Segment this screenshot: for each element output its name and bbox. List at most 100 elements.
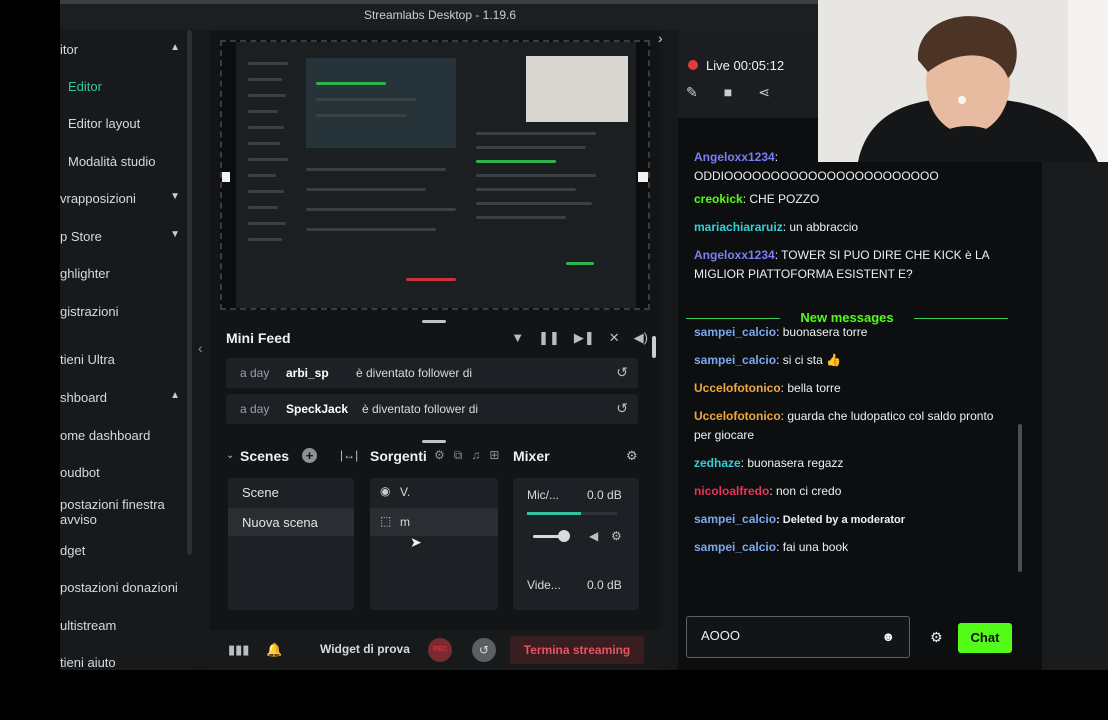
- sidebar-item-label: Editor layout: [68, 116, 141, 131]
- sidebar-item[interactable]: Editor layout: [68, 116, 190, 131]
- chat-username[interactable]: Uccelofotonico: [694, 409, 781, 423]
- replay-buffer-icon[interactable]: ↺: [472, 638, 496, 662]
- sidebar-item[interactable]: oudbot: [60, 465, 190, 480]
- scene-item[interactable]: Scene: [228, 478, 354, 506]
- panel-resize-grip[interactable]: [422, 320, 446, 323]
- volume-icon[interactable]: ◀): [634, 330, 648, 346]
- live-label: Live: [706, 58, 730, 73]
- camera-icon[interactable]: ■: [724, 84, 732, 101]
- sidebar-item[interactable]: dget: [60, 543, 190, 558]
- chat-message: sampei_calcio: si ci sta 👍: [694, 351, 1012, 370]
- emoji-icon[interactable]: ☻: [881, 629, 895, 644]
- chat-username[interactable]: zedhaze: [694, 456, 741, 470]
- mixer-settings-icon[interactable]: ⚙: [626, 448, 638, 464]
- sidebar-item-label: itor: [60, 42, 79, 57]
- sidebar-item[interactable]: itor ▲: [60, 42, 190, 57]
- chat-username[interactable]: Angeloxx1234: [694, 248, 775, 262]
- chat-username[interactable]: Uccelofotonico: [694, 381, 781, 395]
- sidebar-item[interactable]: ome dashboard: [60, 428, 190, 443]
- chevron-down-icon[interactable]: ▼: [170, 191, 180, 202]
- mute-icon[interactable]: ◀: [589, 529, 598, 543]
- sidebar-item[interactable]: vrapposizioni ▼: [60, 191, 190, 206]
- scene-item-selected[interactable]: Nuova scena: [228, 508, 354, 536]
- source-audio-icon[interactable]: ♫: [471, 448, 480, 463]
- chat-username[interactable]: sampei_calcio: [694, 512, 776, 526]
- feed-user[interactable]: arbi_sp: [286, 366, 329, 380]
- panel-resize-grip[interactable]: [422, 440, 446, 443]
- sidebar-item[interactable]: postazioni finestra avviso: [60, 497, 190, 527]
- pause-icon[interactable]: ❚❚: [538, 330, 560, 346]
- sidebar-scrollbar[interactable]: [187, 30, 192, 555]
- scene-transition-icon[interactable]: |↔|: [340, 448, 358, 462]
- share-icon[interactable]: ⋖: [758, 84, 770, 101]
- notifications-icon[interactable]: 🔔: [266, 642, 282, 658]
- chat-username[interactable]: creokick: [694, 192, 743, 206]
- stats-icon[interactable]: ▮▮▮: [228, 642, 249, 658]
- chat-message: sampei_calcio: buonasera torre: [694, 323, 1012, 342]
- add-source-icon[interactable]: ⊞: [489, 448, 499, 463]
- sidebar-item[interactable]: p Store ▼: [60, 229, 190, 244]
- volume-slider-knob[interactable]: [558, 530, 570, 542]
- chat-settings-icon[interactable]: ⚙: [930, 629, 943, 646]
- edit-stream-info-icon[interactable]: ✎: [686, 84, 698, 101]
- sidebar-item-label: dget: [60, 543, 86, 558]
- chevron-down-icon[interactable]: ▼: [170, 229, 180, 240]
- sidebar-item[interactable]: ultistream: [60, 618, 190, 633]
- mixer-channel-label: Vide...: [527, 578, 561, 592]
- chat-username[interactable]: sampei_calcio: [694, 325, 776, 339]
- chat-input[interactable]: [701, 628, 871, 643]
- sources-title: Sorgenti: [370, 448, 427, 464]
- mute-alerts-icon[interactable]: ✕: [609, 330, 620, 346]
- stream-preview[interactable]: [220, 40, 650, 310]
- chat-send-button[interactable]: Chat: [958, 623, 1012, 653]
- chat-username[interactable]: Angeloxx1234: [694, 150, 775, 164]
- chat-text: : si ci sta 👍: [776, 353, 842, 367]
- editor-main: Mini Feed ▼ ❚❚ ▶❚ ✕ ◀) a day arbi_sp è d…: [210, 30, 660, 670]
- scenes-collapse-icon[interactable]: ⌄: [226, 450, 234, 461]
- sidebar-item[interactable]: shboard ▲: [60, 390, 190, 405]
- preview-resize-handle[interactable]: [638, 172, 648, 182]
- chat-username[interactable]: sampei_calcio: [694, 353, 776, 367]
- mixer-channel-label: Mic/...: [527, 488, 559, 502]
- source-settings-icon[interactable]: ⚙: [434, 448, 445, 463]
- source-item[interactable]: ◉ V.: [370, 478, 498, 506]
- sidebar-item-label: postazioni donazioni: [60, 580, 178, 595]
- repeat-alert-icon[interactable]: ↺: [616, 400, 628, 417]
- skip-icon[interactable]: ▶❚: [574, 330, 595, 346]
- chat-username[interactable]: mariachiararuiz: [694, 220, 783, 234]
- source-group-icon[interactable]: ⧉: [454, 448, 463, 463]
- chat-message: sampei_calcio: fai una book: [694, 538, 1012, 557]
- chat-text: : non ci credo: [769, 484, 842, 498]
- sidebar-item[interactable]: postazioni donazioni: [60, 580, 190, 595]
- end-stream-button[interactable]: Termina streaming: [510, 636, 644, 664]
- collapse-chat-chevron-icon[interactable]: ›: [658, 30, 663, 46]
- add-scene-icon[interactable]: +: [302, 448, 317, 463]
- rec-button[interactable]: REC: [428, 638, 452, 662]
- sidebar-item-label: ultistream: [60, 618, 117, 633]
- sidebar-item-label: ghlighter: [60, 266, 110, 281]
- sidebar-item[interactable]: tieni Ultra: [60, 352, 190, 367]
- mixer-channel-value: 0.0 dB: [587, 488, 622, 502]
- feed-time: a day: [240, 366, 270, 380]
- sidebar-item-label: Modalità studio: [68, 154, 156, 169]
- sidebar-item[interactable]: ghlighter: [60, 266, 190, 281]
- collapse-sidebar-chevron-icon[interactable]: ‹: [198, 340, 203, 356]
- widget-test-button[interactable]: Widget di prova: [320, 642, 410, 656]
- repeat-alert-icon[interactable]: ↺: [616, 364, 628, 381]
- sidebar-item[interactable]: tieni aiuto: [60, 655, 190, 670]
- sidebar-item[interactable]: gistrazioni: [60, 304, 190, 319]
- channel-settings-icon[interactable]: ⚙: [611, 529, 622, 543]
- filter-icon[interactable]: ▼: [511, 330, 524, 346]
- sidebar-item[interactable]: Modalità studio: [68, 154, 190, 169]
- feed-scrollbar[interactable]: [652, 336, 656, 358]
- feed-user[interactable]: SpeckJack: [286, 402, 348, 416]
- source-item-selected[interactable]: ⬚ m: [370, 508, 498, 536]
- chat-username[interactable]: sampei_calcio: [694, 540, 776, 554]
- preview-resize-handle[interactable]: [222, 172, 230, 182]
- chevron-up-icon[interactable]: ▲: [170, 390, 180, 401]
- chat-username[interactable]: nicoloalfredo: [694, 484, 769, 498]
- sidebar-item[interactable]: Editor: [68, 79, 190, 94]
- chevron-up-icon[interactable]: ▲: [170, 42, 180, 53]
- selection-icon: ⬚: [380, 514, 392, 528]
- chat-scrollbar[interactable]: [1018, 424, 1022, 572]
